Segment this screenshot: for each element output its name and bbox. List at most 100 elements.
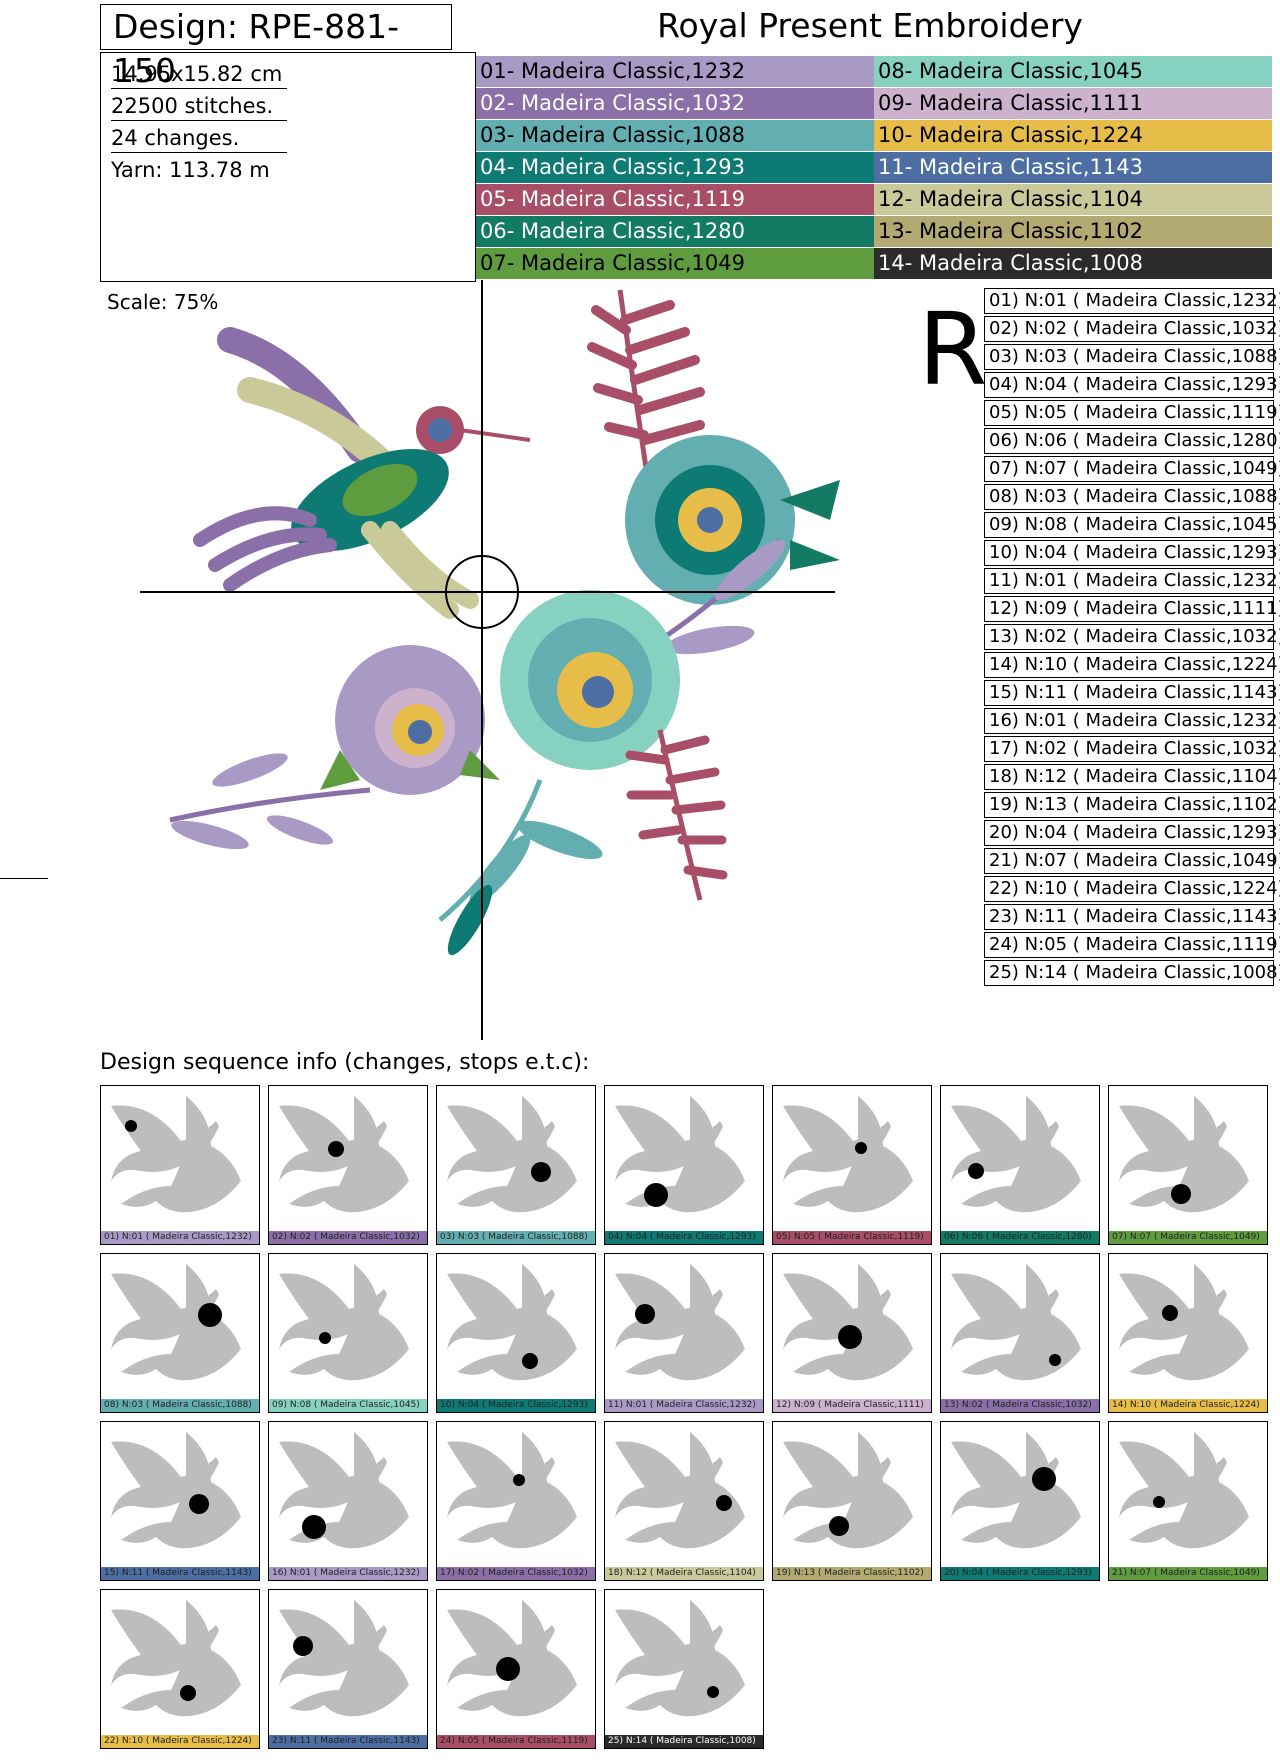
palette-swatch: 05- Madeira Classic,1119 (476, 184, 874, 215)
sequence-row: 25) N:14 ( Madeira Classic,1008) (984, 960, 1280, 986)
sequence-thumbnail: 15) N:11 ( Madeira Classic,1143) (100, 1421, 260, 1581)
thumbnail-preview (279, 1096, 409, 1213)
sequence-thumbnail: 02) N:02 ( Madeira Classic,1032) (268, 1085, 428, 1245)
palette-swatch: 13- Madeira Classic,1102 (874, 216, 1272, 247)
sequence-row: 02) N:02 ( Madeira Classic,1032) (984, 316, 1280, 342)
sequence-thumbnail: 17) N:02 ( Madeira Classic,1032) (436, 1421, 596, 1581)
sequence-thumbnail: 08) N:03 ( Madeira Classic,1088) (100, 1253, 260, 1413)
palette-swatch: 08- Madeira Classic,1045 (874, 56, 1272, 87)
thumbnail-preview (111, 1096, 241, 1213)
thumbnail-preview (951, 1432, 1081, 1549)
yarn-length: Yarn: 113.78 m (111, 158, 270, 182)
design-title: Design: RPE-881-150 (100, 4, 452, 90)
thumbnail-preview (615, 1096, 745, 1213)
sequence-thumbnail: 12) N:09 ( Madeira Classic,1111) (772, 1253, 932, 1413)
sequence-row: 19) N:13 ( Madeira Classic,1102) (984, 792, 1280, 818)
thumbnail-preview (279, 1432, 409, 1549)
sequence-row: 16) N:01 ( Madeira Classic,1232) (984, 708, 1280, 734)
teal-leaves-bottom (438, 779, 603, 956)
sequence-thumbnail: 25) N:14 ( Madeira Classic,1008) (604, 1589, 764, 1749)
sequence-row: 05) N:05 ( Madeira Classic,1119) (984, 400, 1280, 426)
sequence-thumbnail: 04) N:04 ( Madeira Classic,1293) (604, 1085, 764, 1245)
thumbnail-preview (783, 1096, 913, 1213)
edge-tick (0, 878, 48, 879)
sequence-thumbnail: 21) N:07 ( Madeira Classic,1049) (1108, 1421, 1268, 1581)
palette-swatch: 09- Madeira Classic,1111 (874, 88, 1272, 119)
sequence-row: 08) N:03 ( Madeira Classic,1088) (984, 484, 1280, 510)
sequence-thumbnail: 24) N:05 ( Madeira Classic,1119) (436, 1589, 596, 1749)
thumbnail-label: 23) N:11 ( Madeira Classic,1143) (269, 1735, 427, 1748)
sequence-thumbnail: 01) N:01 ( Madeira Classic,1232) (100, 1085, 260, 1245)
thumbnail-label: 04) N:04 ( Madeira Classic,1293) (605, 1231, 763, 1244)
thumbnail-preview (783, 1432, 913, 1549)
thumbnail-label: 10) N:04 ( Madeira Classic,1293) (437, 1399, 595, 1412)
design-size: 14.95x15.82 cm (111, 60, 287, 89)
palette-swatch: 06- Madeira Classic,1280 (476, 216, 874, 247)
sequence-thumbnail: 23) N:11 ( Madeira Classic,1143) (268, 1589, 428, 1749)
palette-swatch: 01- Madeira Classic,1232 (476, 56, 874, 87)
thumbnail-label: 25) N:14 ( Madeira Classic,1008) (605, 1735, 763, 1748)
sequence-row: 23) N:11 ( Madeira Classic,1143) (984, 904, 1280, 930)
hummingbird (193, 327, 531, 619)
palette-swatch: 10- Madeira Classic,1224 (874, 120, 1272, 151)
sequence-row: 09) N:08 ( Madeira Classic,1045) (984, 512, 1280, 538)
thumbnail-label: 01) N:01 ( Madeira Classic,1232) (101, 1231, 259, 1244)
sequence-row: 04) N:04 ( Madeira Classic,1293) (984, 372, 1280, 398)
sequence-row: 03) N:03 ( Madeira Classic,1088) (984, 344, 1280, 370)
palette-swatch: 12- Madeira Classic,1104 (874, 184, 1272, 215)
thumbnail-preview (1119, 1096, 1249, 1213)
sequence-row: 22) N:10 ( Madeira Classic,1224) (984, 876, 1280, 902)
sequence-thumbnail: 18) N:12 ( Madeira Classic,1104) (604, 1421, 764, 1581)
thread-palette: 01- Madeira Classic,1232 02- Madeira Cla… (476, 56, 1274, 280)
sequence-thumbnail: 05) N:05 ( Madeira Classic,1119) (772, 1085, 932, 1245)
palette-swatch: 03- Madeira Classic,1088 (476, 120, 874, 151)
thumbnail-preview (951, 1264, 1081, 1381)
teal-flower-center (500, 590, 680, 770)
thumbnail-preview (447, 1096, 577, 1213)
fern-leaf-bottom (625, 729, 728, 901)
thumbnail-preview (447, 1264, 577, 1381)
sequence-thumbnail: 16) N:01 ( Madeira Classic,1232) (268, 1421, 428, 1581)
thumbnail-label: 05) N:05 ( Madeira Classic,1119) (773, 1231, 931, 1244)
thumbnail-label: 24) N:05 ( Madeira Classic,1119) (437, 1735, 595, 1748)
sequence-thumbnail: 20) N:04 ( Madeira Classic,1293) (940, 1421, 1100, 1581)
sequence-thumbnail: 22) N:10 ( Madeira Classic,1224) (100, 1589, 260, 1749)
palette-swatch: 02- Madeira Classic,1032 (476, 88, 874, 119)
sequence-thumbnail: 06) N:06 ( Madeira Classic,1280) (940, 1085, 1100, 1245)
thumbnail-label: 20) N:04 ( Madeira Classic,1293) (941, 1567, 1099, 1580)
thumbnail-preview (783, 1264, 913, 1381)
sequence-row: 18) N:12 ( Madeira Classic,1104) (984, 764, 1280, 790)
palette-swatch: 04- Madeira Classic,1293 (476, 152, 874, 183)
sequence-row: 13) N:02 ( Madeira Classic,1032) (984, 624, 1280, 650)
thumbnail-label: 19) N:13 ( Madeira Classic,1102) (773, 1567, 931, 1580)
thumbnail-label: 09) N:08 ( Madeira Classic,1045) (269, 1399, 427, 1412)
stitch-count: 22500 stitches. (111, 92, 287, 121)
thumbnail-label: 18) N:12 ( Madeira Classic,1104) (605, 1567, 763, 1580)
sequence-row: 12) N:09 ( Madeira Classic,1111) (984, 596, 1280, 622)
sequence-thumbnail: 19) N:13 ( Madeira Classic,1102) (772, 1421, 932, 1581)
sequence-heading: Design sequence info (changes, stops e.t… (100, 1050, 590, 1075)
sequence-thumbnail: 14) N:10 ( Madeira Classic,1224) (1108, 1253, 1268, 1413)
sequence-thumbnail: 13) N:02 ( Madeira Classic,1032) (940, 1253, 1100, 1413)
palette-swatch: 14- Madeira Classic,1008 (874, 248, 1272, 279)
sequence-thumbnail: 11) N:01 ( Madeira Classic,1232) (604, 1253, 764, 1413)
thumbnail-preview (279, 1264, 409, 1381)
sequence-thumbnail: 03) N:03 ( Madeira Classic,1088) (436, 1085, 596, 1245)
brand-title: Royal Present Embroidery (657, 6, 1083, 45)
palette-swatch: 07- Madeira Classic,1049 (476, 248, 874, 279)
sequence-thumbnail: 07) N:07 ( Madeira Classic,1049) (1108, 1085, 1268, 1245)
sequence-row: 11) N:01 ( Madeira Classic,1232) (984, 568, 1280, 594)
thumbnail-label: 16) N:01 ( Madeira Classic,1232) (269, 1567, 427, 1580)
thumbnail-preview (1119, 1432, 1249, 1549)
thumbnail-label: 12) N:09 ( Madeira Classic,1111) (773, 1399, 931, 1412)
thumbnail-label: 22) N:10 ( Madeira Classic,1224) (101, 1735, 259, 1748)
thumbnail-label: 08) N:03 ( Madeira Classic,1088) (101, 1399, 259, 1412)
thumbnail-preview (615, 1432, 745, 1549)
sequence-row: 10) N:04 ( Madeira Classic,1293) (984, 540, 1280, 566)
color-changes: 24 changes. (111, 124, 287, 153)
sequence-thumbnail: 09) N:08 ( Madeira Classic,1045) (268, 1253, 428, 1413)
thumbnail-preview (1119, 1264, 1249, 1381)
sequence-row: 06) N:06 ( Madeira Classic,1280) (984, 428, 1280, 454)
palette-swatch: 11- Madeira Classic,1143 (874, 152, 1272, 183)
sequence-row: 21) N:07 ( Madeira Classic,1049) (984, 848, 1280, 874)
